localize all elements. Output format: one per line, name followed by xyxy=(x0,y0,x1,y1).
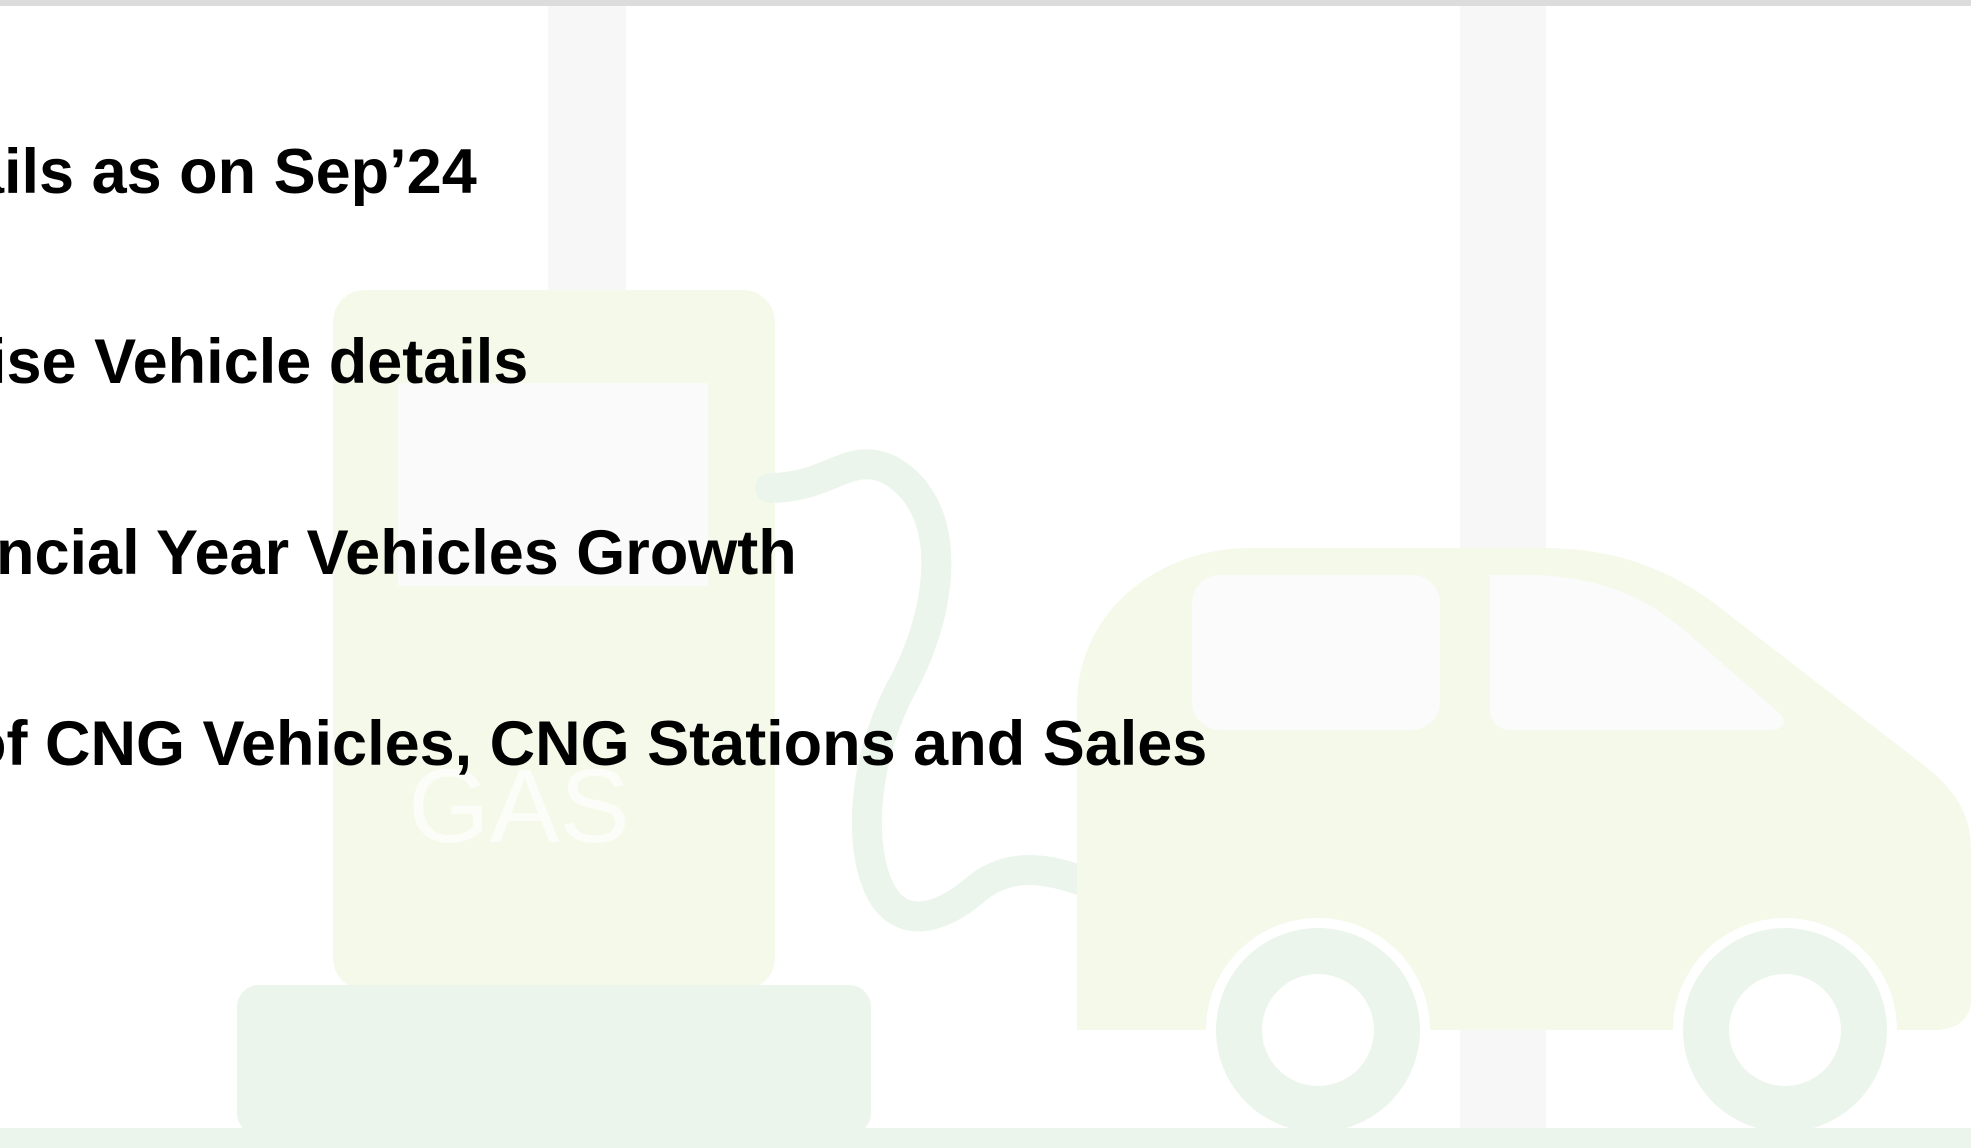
agenda-item: wise Vehicle details xyxy=(0,327,529,397)
agenda-item: ancial Year Vehicles Growth xyxy=(0,518,797,588)
slide: GAS tails as on Sep’24 wise Vehicle deta… xyxy=(0,0,1971,1148)
agenda-item: of CNG Vehicles, CNG Stations and Sales xyxy=(0,709,1208,779)
agenda-item: tails as on Sep’24 xyxy=(0,137,477,207)
agenda-list: tails as on Sep’24 wise Vehicle details … xyxy=(0,0,1971,1148)
